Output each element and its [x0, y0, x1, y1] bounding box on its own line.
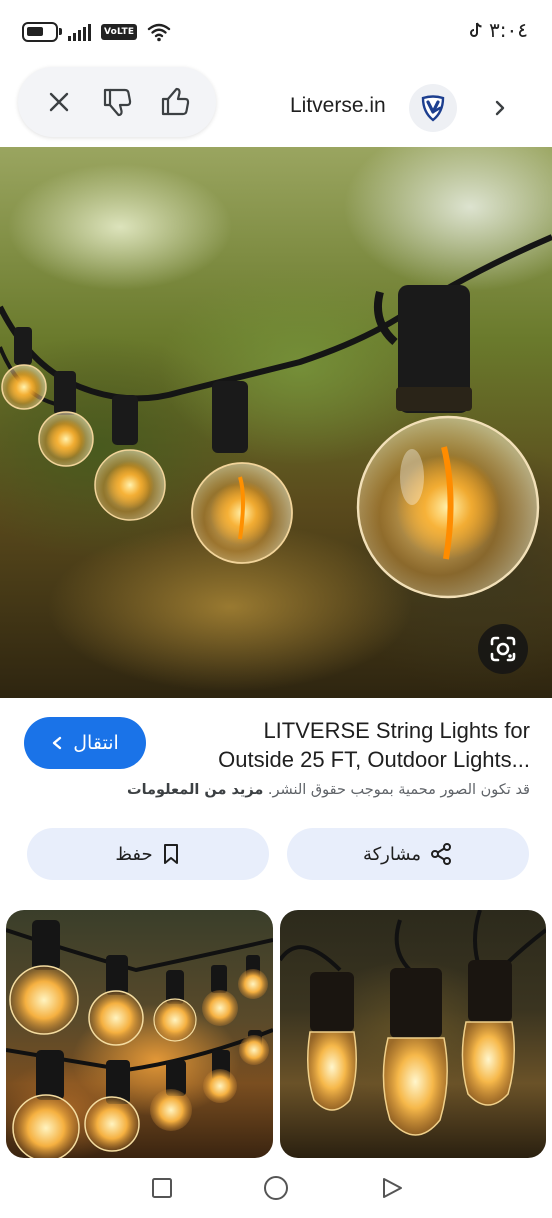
circle-icon — [264, 1176, 288, 1200]
signal-icon — [68, 23, 91, 41]
site-name[interactable]: Litverse.in — [290, 94, 386, 118]
system-nav-bar — [0, 1158, 552, 1218]
tiktok-icon — [470, 22, 482, 37]
copyright-notice: قد تكون الصور محمية بموجب حقوق النشر. مز… — [40, 782, 530, 798]
share-icon — [431, 843, 452, 865]
lens-search-button[interactable] — [478, 624, 528, 674]
title-line-1: LITVERSE String Lights for — [263, 718, 530, 743]
edison-bulbs-illustration — [280, 910, 546, 1136]
string-lights-illustration — [0, 234, 552, 599]
dislike-button[interactable] — [95, 80, 139, 124]
close-icon — [49, 92, 69, 112]
result-title[interactable]: LITVERSE String Lights for Outside 25 FT… — [160, 716, 530, 774]
recents-button[interactable] — [148, 1174, 176, 1202]
thumbs-up-icon — [161, 87, 190, 116]
patio-lights-illustration — [6, 920, 273, 1158]
save-label: حفظ — [115, 843, 153, 865]
save-button[interactable]: حفظ — [27, 828, 269, 880]
share-label: مشاركة — [362, 843, 422, 865]
chevron-left-icon — [53, 736, 62, 750]
clock: ٣:٠٤ — [489, 18, 528, 42]
chevron-right-icon — [495, 100, 505, 116]
square-icon — [152, 1178, 172, 1198]
next-result-button[interactable] — [484, 92, 516, 124]
share-button[interactable]: مشاركة — [287, 828, 529, 880]
title-line-2: Outside 25 FT, Outdoor Lights... — [218, 747, 530, 772]
image-viewer-screen: VoLTE ٣:٠٤ Litverse.in انتقال LITVERSE S… — [0, 0, 552, 1218]
thumbs-down-icon — [103, 88, 132, 117]
site-logo[interactable] — [409, 84, 457, 132]
close-button[interactable] — [37, 80, 81, 124]
status-time-group: ٣:٠٤ — [469, 18, 528, 42]
lens-icon — [490, 636, 516, 662]
shield-logo-icon — [421, 95, 445, 122]
triangle-icon — [383, 1178, 402, 1198]
feedback-pill — [18, 67, 216, 137]
learn-more-link[interactable]: مزيد من المعلومات — [127, 782, 263, 798]
related-image-2[interactable] — [280, 910, 546, 1158]
main-image[interactable] — [0, 147, 552, 698]
visit-label: انتقال — [73, 732, 119, 754]
visit-button[interactable]: انتقال — [24, 717, 146, 769]
wifi-icon — [148, 23, 171, 42]
status-icons: VoLTE — [22, 20, 171, 44]
status-bar: VoLTE ٣:٠٤ — [0, 0, 552, 62]
volte-badge: VoLTE — [101, 24, 138, 40]
bookmark-icon — [163, 844, 178, 864]
like-button[interactable] — [153, 80, 197, 124]
battery-icon — [22, 22, 62, 42]
copyright-text: قد تكون الصور محمية بموجب حقوق النشر. — [267, 782, 530, 798]
back-button[interactable] — [378, 1174, 406, 1202]
home-button[interactable] — [262, 1174, 290, 1202]
related-image-1[interactable] — [6, 910, 273, 1158]
